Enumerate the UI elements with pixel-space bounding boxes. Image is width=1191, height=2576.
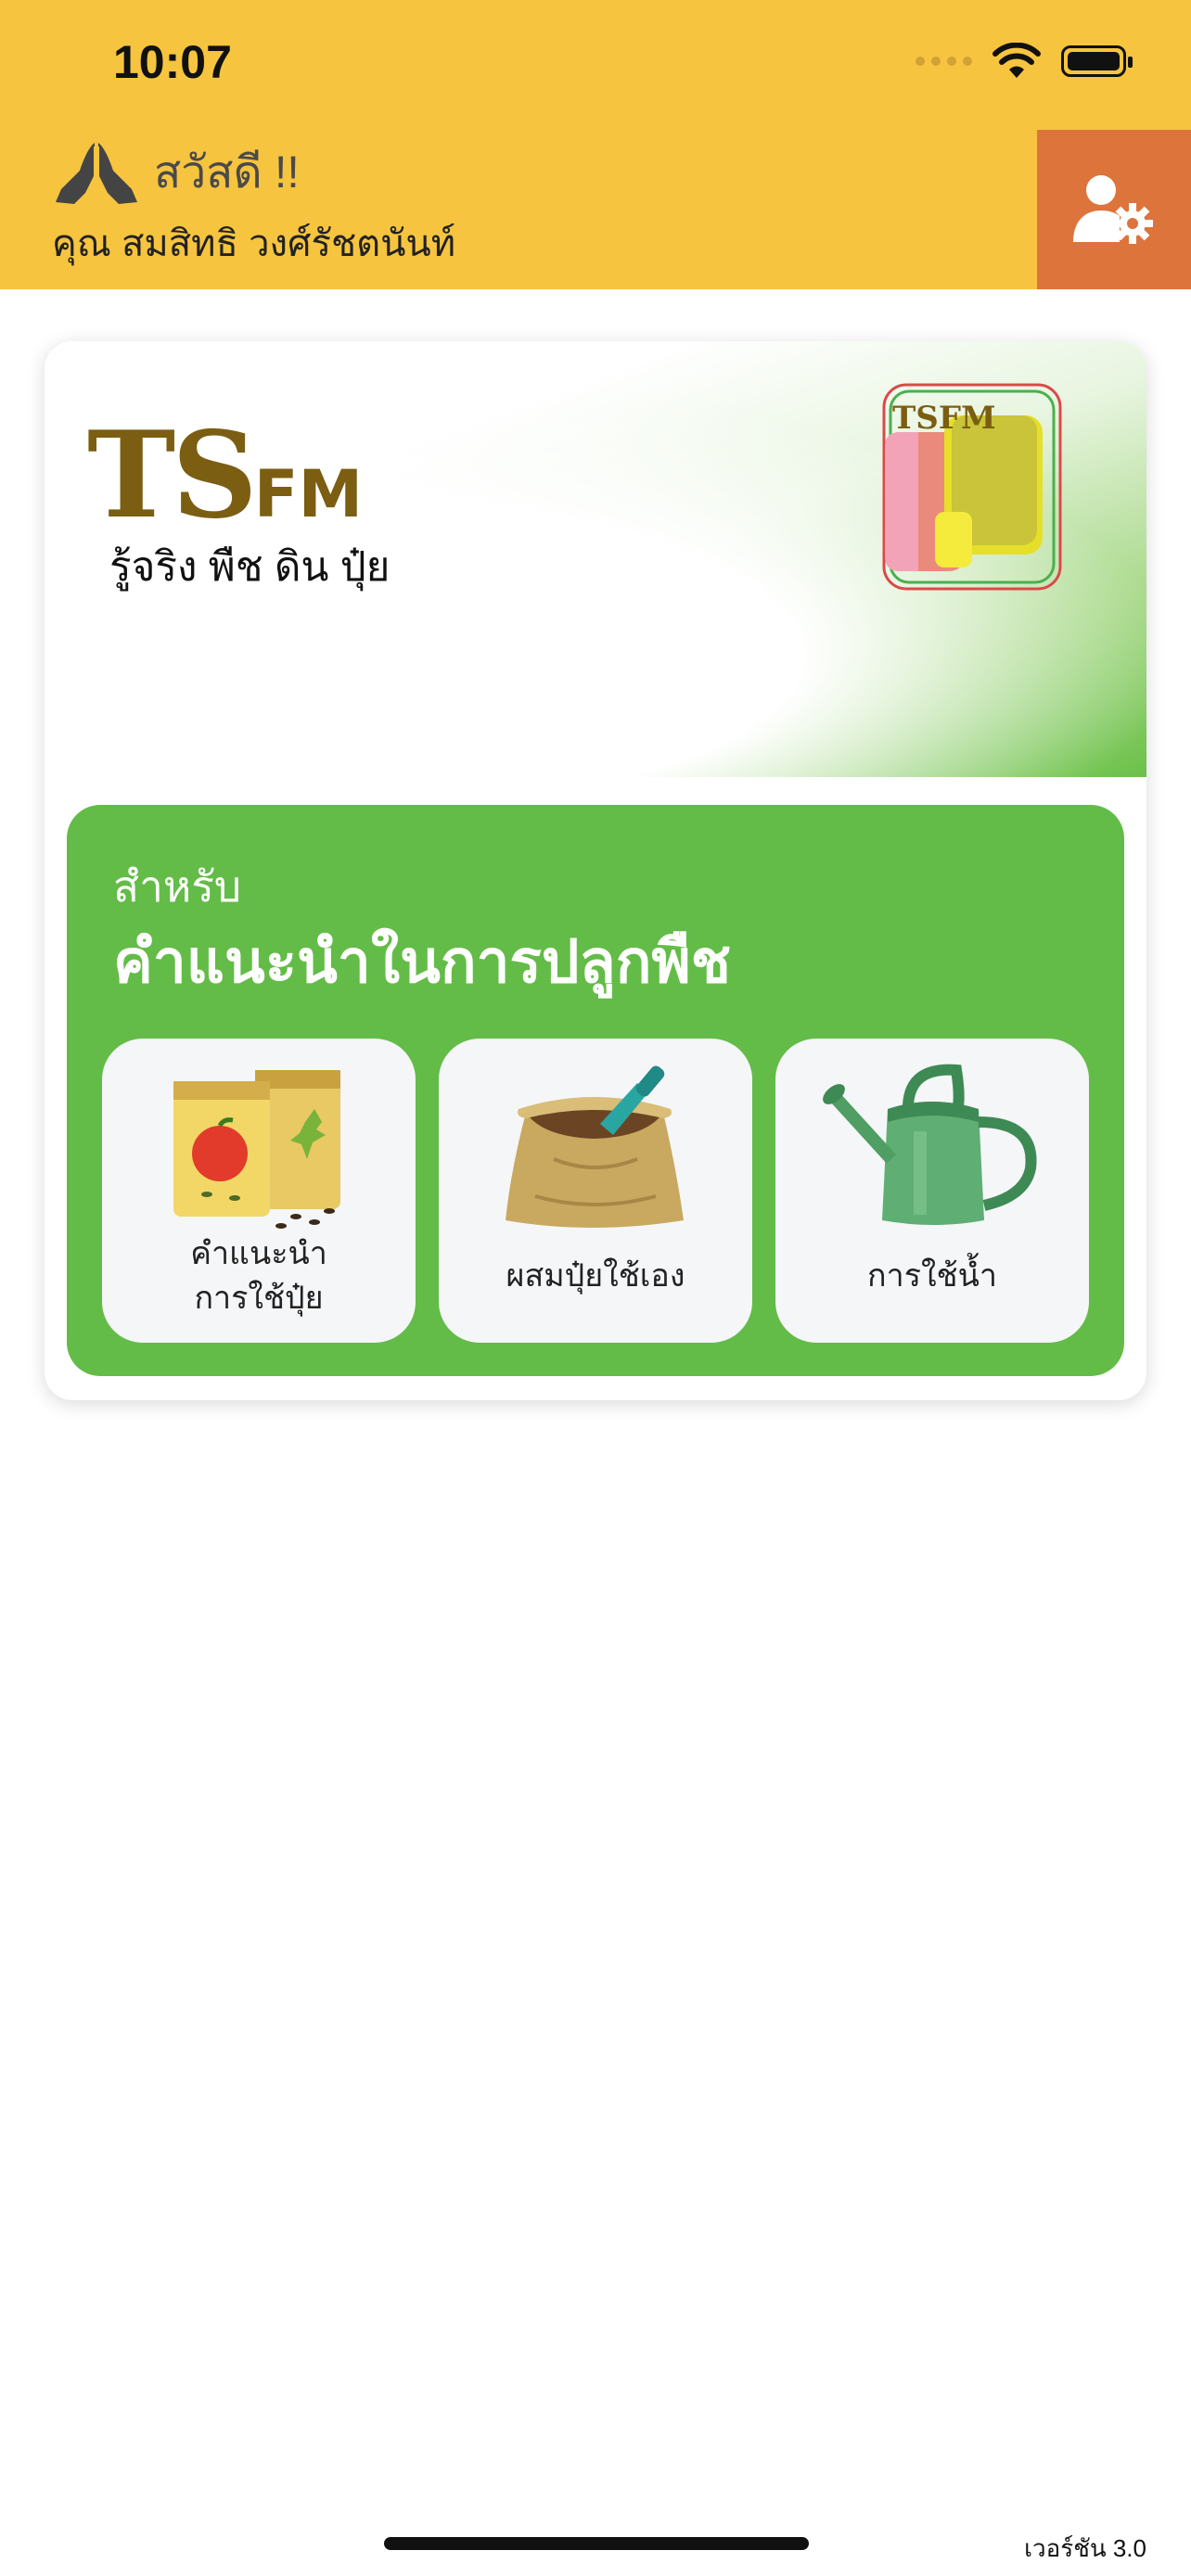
user-name: คุณ สมสิทธิ วงศ์รัชตนันท์ <box>52 223 456 264</box>
watering-can-icon <box>823 1064 1037 1225</box>
user-settings-icon <box>1073 175 1153 244</box>
home-indicator[interactable] <box>384 2537 809 2550</box>
tsfm-logo: TSFM <box>882 383 1062 591</box>
battery-icon <box>1061 45 1133 77</box>
tile-label-line1: คำแนะนำ <box>190 1236 327 1271</box>
logo-text: TSFM <box>892 400 996 437</box>
tile-water-usage[interactable]: การใช้น้ำ <box>775 1039 1089 1343</box>
tile-label-line2: การใช้ปุ๋ย <box>194 1281 324 1316</box>
header: 10:07 สวัสดี !! คุณ สมสิทธิ วงศ์รัชตนันท… <box>0 0 1191 289</box>
fertilizer-sack-icon <box>506 1065 684 1228</box>
brand-tagline: รู้จริง พืช ดิน ปุ๋ย <box>109 544 391 590</box>
planting-advice-panel: สำหรับ คำแนะนำในการปลูกพืช คำแนะนำ การใช… <box>67 805 1124 1376</box>
tile-label: การใช้น้ำ <box>867 1258 997 1294</box>
profile-settings-button[interactable] <box>1037 130 1191 289</box>
main-card: TSFM รู้จริง พืช ดิน ปุ๋ย TSFM สำหรับ คำ… <box>45 341 1146 1400</box>
panel-title: คำแนะนำในการปลูกพืช <box>113 928 732 995</box>
praying-hands-icon <box>56 143 137 204</box>
tile-label: ผสมปุ๋ยใช้เอง <box>506 1258 685 1294</box>
brand-suffix: FM <box>253 456 364 532</box>
greeting-row: สวัสดี !! <box>52 137 300 208</box>
tile-fertilizer-advice[interactable]: คำแนะนำ การใช้ปุ๋ย <box>102 1039 416 1343</box>
cellular-signal-icon <box>916 57 972 66</box>
panel-subtitle: สำหรับ <box>113 862 242 911</box>
brand-main: TS <box>87 406 258 545</box>
wifi-icon <box>992 43 1041 78</box>
greeting-text: สวัสดี !! <box>154 148 300 198</box>
tile-label: คำแนะนำ การใช้ปุ๋ย <box>102 1231 416 1320</box>
brand-wordmark: TSFM <box>87 406 363 545</box>
status-time: 10:07 <box>113 36 232 88</box>
tile-mix-fertilizer[interactable]: ผสมปุ๋ยใช้เอง <box>439 1039 752 1343</box>
seed-packets-icon <box>173 1070 340 1229</box>
status-icons <box>916 43 1133 80</box>
app-version: เวอร์ชัน 3.0 <box>1024 2534 1146 2562</box>
